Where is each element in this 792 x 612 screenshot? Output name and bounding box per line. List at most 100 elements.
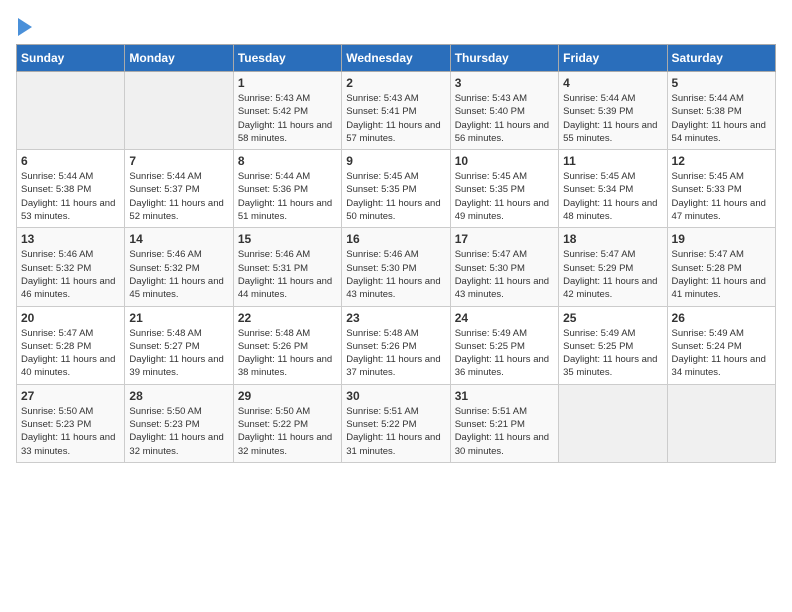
cell-content: Sunrise: 5:50 AMSunset: 5:22 PMDaylight:… xyxy=(238,405,337,458)
calendar-cell: 16 Sunrise: 5:46 AMSunset: 5:30 PMDayligh… xyxy=(342,228,450,306)
cell-content: Sunrise: 5:47 AMSunset: 5:28 PMDaylight:… xyxy=(21,327,120,380)
day-number: 26 xyxy=(672,311,771,325)
day-number: 23 xyxy=(346,311,445,325)
cell-content: Sunrise: 5:44 AMSunset: 5:38 PMDaylight:… xyxy=(672,92,771,145)
weekday-header-thursday: Thursday xyxy=(450,45,558,72)
cell-content: Sunrise: 5:49 AMSunset: 5:25 PMDaylight:… xyxy=(563,327,662,380)
cell-content: Sunrise: 5:45 AMSunset: 5:34 PMDaylight:… xyxy=(563,170,662,223)
cell-content: Sunrise: 5:43 AMSunset: 5:40 PMDaylight:… xyxy=(455,92,554,145)
calendar-week-row: 20 Sunrise: 5:47 AMSunset: 5:28 PMDayligh… xyxy=(17,306,776,384)
calendar-cell: 30 Sunrise: 5:51 AMSunset: 5:22 PMDayligh… xyxy=(342,384,450,462)
day-number: 10 xyxy=(455,154,554,168)
day-number: 29 xyxy=(238,389,337,403)
day-number: 12 xyxy=(672,154,771,168)
cell-content: Sunrise: 5:47 AMSunset: 5:28 PMDaylight:… xyxy=(672,248,771,301)
cell-content: Sunrise: 5:44 AMSunset: 5:36 PMDaylight:… xyxy=(238,170,337,223)
cell-content: Sunrise: 5:45 AMSunset: 5:35 PMDaylight:… xyxy=(455,170,554,223)
cell-content: Sunrise: 5:46 AMSunset: 5:32 PMDaylight:… xyxy=(129,248,228,301)
calendar-cell: 26 Sunrise: 5:49 AMSunset: 5:24 PMDayligh… xyxy=(667,306,775,384)
day-number: 16 xyxy=(346,232,445,246)
calendar-cell: 7Sunrise: 5:44 AMSunset: 5:37 PMDaylight… xyxy=(125,150,233,228)
day-number: 11 xyxy=(563,154,662,168)
calendar-cell: 11 Sunrise: 5:45 AMSunset: 5:34 PMDayligh… xyxy=(559,150,667,228)
day-number: 21 xyxy=(129,311,228,325)
calendar-cell: 18 Sunrise: 5:47 AMSunset: 5:29 PMDayligh… xyxy=(559,228,667,306)
cell-content: Sunrise: 5:50 AMSunset: 5:23 PMDaylight:… xyxy=(21,405,120,458)
day-number: 9 xyxy=(346,154,445,168)
day-number: 17 xyxy=(455,232,554,246)
calendar-cell: 6Sunrise: 5:44 AMSunset: 5:38 PMDaylight… xyxy=(17,150,125,228)
cell-content: Sunrise: 5:48 AMSunset: 5:27 PMDaylight:… xyxy=(129,327,228,380)
calendar-cell: 4Sunrise: 5:44 AMSunset: 5:39 PMDaylight… xyxy=(559,72,667,150)
weekday-header-saturday: Saturday xyxy=(667,45,775,72)
calendar-week-row: 27 Sunrise: 5:50 AMSunset: 5:23 PMDayligh… xyxy=(17,384,776,462)
calendar-cell: 23 Sunrise: 5:48 AMSunset: 5:26 PMDayligh… xyxy=(342,306,450,384)
day-number: 19 xyxy=(672,232,771,246)
day-number: 22 xyxy=(238,311,337,325)
calendar-cell: 29 Sunrise: 5:50 AMSunset: 5:22 PMDayligh… xyxy=(233,384,341,462)
day-number: 1 xyxy=(238,76,337,90)
calendar-cell: 24 Sunrise: 5:49 AMSunset: 5:25 PMDayligh… xyxy=(450,306,558,384)
day-number: 20 xyxy=(21,311,120,325)
weekday-header-friday: Friday xyxy=(559,45,667,72)
weekday-header-sunday: Sunday xyxy=(17,45,125,72)
calendar-week-row: 6Sunrise: 5:44 AMSunset: 5:38 PMDaylight… xyxy=(17,150,776,228)
calendar-cell: 27 Sunrise: 5:50 AMSunset: 5:23 PMDayligh… xyxy=(17,384,125,462)
cell-content: Sunrise: 5:47 AMSunset: 5:30 PMDaylight:… xyxy=(455,248,554,301)
cell-content: Sunrise: 5:46 AMSunset: 5:32 PMDaylight:… xyxy=(21,248,120,301)
calendar-cell: 28Sunrise: 5:50 AMSunset: 5:23 PMDayligh… xyxy=(125,384,233,462)
calendar-cell xyxy=(559,384,667,462)
cell-content: Sunrise: 5:47 AMSunset: 5:29 PMDaylight:… xyxy=(563,248,662,301)
day-number: 2 xyxy=(346,76,445,90)
day-number: 5 xyxy=(672,76,771,90)
calendar-cell: 2Sunrise: 5:43 AMSunset: 5:41 PMDaylight… xyxy=(342,72,450,150)
cell-content: Sunrise: 5:45 AMSunset: 5:33 PMDaylight:… xyxy=(672,170,771,223)
calendar-cell: 14 Sunrise: 5:46 AMSunset: 5:32 PMDayligh… xyxy=(125,228,233,306)
calendar-cell: 15 Sunrise: 5:46 AMSunset: 5:31 PMDayligh… xyxy=(233,228,341,306)
weekday-header-tuesday: Tuesday xyxy=(233,45,341,72)
calendar-cell xyxy=(17,72,125,150)
calendar-table: SundayMondayTuesdayWednesdayThursdayFrid… xyxy=(16,44,776,463)
calendar-week-row: 13 Sunrise: 5:46 AMSunset: 5:32 PMDayligh… xyxy=(17,228,776,306)
day-number: 14 xyxy=(129,232,228,246)
calendar-cell: 3Sunrise: 5:43 AMSunset: 5:40 PMDaylight… xyxy=(450,72,558,150)
calendar-header-row: SundayMondayTuesdayWednesdayThursdayFrid… xyxy=(17,45,776,72)
calendar-cell: 12 Sunrise: 5:45 AMSunset: 5:33 PMDayligh… xyxy=(667,150,775,228)
cell-content: Sunrise: 5:49 AMSunset: 5:25 PMDaylight:… xyxy=(455,327,554,380)
day-number: 18 xyxy=(563,232,662,246)
day-number: 27 xyxy=(21,389,120,403)
calendar-cell: 22 Sunrise: 5:48 AMSunset: 5:26 PMDayligh… xyxy=(233,306,341,384)
day-number: 28 xyxy=(129,389,228,403)
calendar-cell: 20 Sunrise: 5:47 AMSunset: 5:28 PMDayligh… xyxy=(17,306,125,384)
calendar-cell: 8 Sunrise: 5:44 AMSunset: 5:36 PMDaylight… xyxy=(233,150,341,228)
calendar-cell: 9 Sunrise: 5:45 AMSunset: 5:35 PMDaylight… xyxy=(342,150,450,228)
day-number: 25 xyxy=(563,311,662,325)
day-number: 24 xyxy=(455,311,554,325)
logo xyxy=(16,16,32,36)
day-number: 15 xyxy=(238,232,337,246)
cell-content: Sunrise: 5:45 AMSunset: 5:35 PMDaylight:… xyxy=(346,170,445,223)
calendar-week-row: 1 Sunrise: 5:43 AMSunset: 5:42 PMDaylight… xyxy=(17,72,776,150)
cell-content: Sunrise: 5:46 AMSunset: 5:31 PMDaylight:… xyxy=(238,248,337,301)
day-number: 31 xyxy=(455,389,554,403)
calendar-cell: 13 Sunrise: 5:46 AMSunset: 5:32 PMDayligh… xyxy=(17,228,125,306)
logo-arrow-icon xyxy=(18,18,32,36)
calendar-cell xyxy=(125,72,233,150)
calendar-cell: 19 Sunrise: 5:47 AMSunset: 5:28 PMDayligh… xyxy=(667,228,775,306)
cell-content: Sunrise: 5:51 AMSunset: 5:22 PMDaylight:… xyxy=(346,405,445,458)
cell-content: Sunrise: 5:43 AMSunset: 5:42 PMDaylight:… xyxy=(238,92,337,145)
calendar-cell: 21 Sunrise: 5:48 AMSunset: 5:27 PMDayligh… xyxy=(125,306,233,384)
cell-content: Sunrise: 5:48 AMSunset: 5:26 PMDaylight:… xyxy=(238,327,337,380)
calendar-cell: 17 Sunrise: 5:47 AMSunset: 5:30 PMDayligh… xyxy=(450,228,558,306)
cell-content: Sunrise: 5:46 AMSunset: 5:30 PMDaylight:… xyxy=(346,248,445,301)
cell-content: Sunrise: 5:49 AMSunset: 5:24 PMDaylight:… xyxy=(672,327,771,380)
day-number: 6 xyxy=(21,154,120,168)
cell-content: Sunrise: 5:51 AMSunset: 5:21 PMDaylight:… xyxy=(455,405,554,458)
weekday-header-monday: Monday xyxy=(125,45,233,72)
page-header xyxy=(16,16,776,36)
cell-content: Sunrise: 5:48 AMSunset: 5:26 PMDaylight:… xyxy=(346,327,445,380)
day-number: 8 xyxy=(238,154,337,168)
day-number: 13 xyxy=(21,232,120,246)
calendar-cell: 31 Sunrise: 5:51 AMSunset: 5:21 PMDayligh… xyxy=(450,384,558,462)
day-number: 30 xyxy=(346,389,445,403)
